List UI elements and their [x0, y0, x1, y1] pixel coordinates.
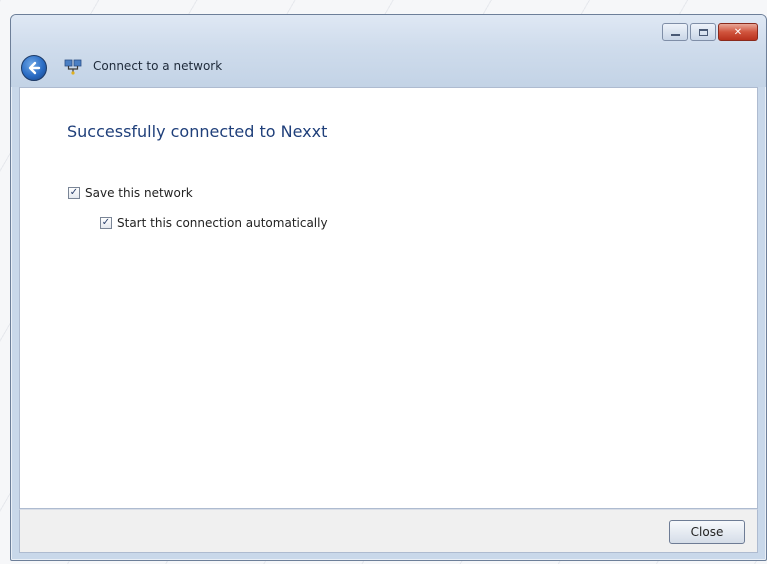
window-title: Connect to a network: [93, 59, 223, 73]
minimize-button[interactable]: [662, 23, 688, 41]
maximize-button[interactable]: [690, 23, 716, 41]
close-button[interactable]: Close: [669, 520, 745, 544]
dialog-footer: Close: [19, 509, 758, 553]
close-icon: ✕: [733, 26, 743, 38]
network-icon: [64, 59, 82, 75]
caption-buttons: ✕: [662, 23, 758, 43]
save-network-checkbox[interactable]: ✓: [68, 187, 80, 199]
title-bar: ✕ Connect to a network: [11, 15, 766, 87]
back-arrow-icon: [28, 61, 41, 75]
connect-dialog-window: ✕ Connect to a network Successfully conn…: [10, 14, 767, 561]
save-network-option[interactable]: ✓ Save this network: [68, 186, 193, 200]
minimize-icon: [670, 33, 680, 36]
back-button[interactable]: [21, 55, 47, 81]
start-automatically-label: Start this connection automatically: [117, 216, 328, 230]
maximize-icon: [698, 28, 708, 36]
window-close-button[interactable]: ✕: [718, 23, 758, 41]
start-automatically-checkbox[interactable]: ✓: [100, 217, 112, 229]
content-panel: Successfully connected to Nexxt ✓ Save t…: [19, 87, 758, 509]
save-network-label: Save this network: [85, 186, 193, 200]
page-heading: Successfully connected to Nexxt: [67, 122, 328, 141]
start-automatically-option[interactable]: ✓ Start this connection automatically: [100, 216, 328, 230]
